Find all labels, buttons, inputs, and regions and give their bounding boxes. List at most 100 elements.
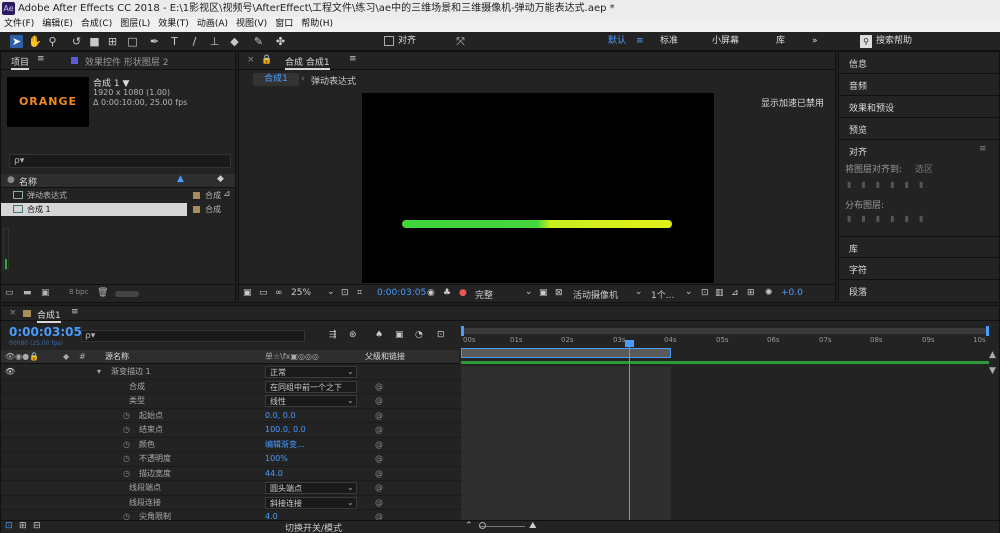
navigator-end-handle[interactable] xyxy=(986,326,989,336)
roto-brush-tool-icon[interactable]: ✎ xyxy=(252,35,265,48)
gradient-stroke-line[interactable] xyxy=(402,220,672,228)
always-preview-icon[interactable]: ▣ xyxy=(243,288,252,298)
reset-exposure-icon[interactable]: ✺ xyxy=(765,288,773,298)
trash-icon[interactable]: 🗑 xyxy=(97,288,108,298)
graph-editor-icon[interactable]: ⊡ xyxy=(437,330,445,340)
align-to-dropdown[interactable]: 选区 xyxy=(915,162,933,175)
parent-link-header[interactable]: 父级和链接 xyxy=(365,350,405,364)
type-tool-icon[interactable]: T xyxy=(168,35,181,48)
search-help-icon[interactable]: ⚲ xyxy=(860,35,872,48)
zoom-in-mountain-icon[interactable]: ⛰ xyxy=(529,521,537,531)
interpret-footage-icon[interactable]: ▭ xyxy=(5,288,14,298)
zoom-in-icon[interactable]: ▲ xyxy=(989,350,996,360)
blend-mode-dropdown[interactable]: 正常 xyxy=(265,366,357,378)
expression-link-icon[interactable]: @ xyxy=(375,423,383,438)
hand-tool-icon[interactable]: ✋ xyxy=(28,35,42,48)
line-cap-dropdown[interactable]: 圆头端点 xyxy=(265,482,357,494)
property-value[interactable]: 44.0 xyxy=(265,467,283,482)
property-row[interactable]: 线段连接 斜接连接 ⌄ @ xyxy=(1,496,461,510)
toggle-switches-modes[interactable]: 切换开关/模式 xyxy=(285,521,342,533)
bpc-button[interactable]: 8 bpc xyxy=(69,288,88,296)
puppet-pin-tool-icon[interactable]: ✤ xyxy=(274,35,287,48)
property-row[interactable]: 线段端点 圆头端点 ⌄ @ xyxy=(1,481,461,496)
work-area-bar[interactable] xyxy=(461,348,671,358)
project-search-input[interactable]: ρ▾ xyxy=(9,154,231,168)
expression-link-icon[interactable]: @ xyxy=(375,467,383,482)
expression-link-icon[interactable]: @ xyxy=(375,380,383,395)
zoom-tool-icon[interactable]: ⚲ xyxy=(46,35,59,48)
property-value[interactable]: 100% xyxy=(265,452,288,467)
tab-project[interactable]: 项目 xyxy=(11,55,30,70)
property-value[interactable]: 100.0, 0.0 xyxy=(265,423,306,438)
resolution-dropdown[interactable]: 完整 xyxy=(475,288,493,301)
breadcrumb-comp1[interactable]: 合成1 xyxy=(253,73,299,86)
tab-effect-controls[interactable]: 效果控件 形状图层 2 xyxy=(85,55,168,68)
region-icon[interactable]: ⌗ xyxy=(357,288,362,298)
close-tab-icon[interactable]: × xyxy=(9,308,17,318)
menu-animation[interactable]: 动画(A) xyxy=(193,17,232,32)
expression-link-icon[interactable]: @ xyxy=(375,409,383,424)
menu-edit[interactable]: 编辑(E) xyxy=(38,17,77,32)
thumbnail-slider[interactable] xyxy=(115,291,139,297)
line-join-dropdown[interactable]: 斜接连接 xyxy=(265,496,357,509)
menu-layer[interactable]: 图层(L) xyxy=(116,17,154,32)
stopwatch-icon[interactable]: ◷ xyxy=(123,423,130,438)
time-graph[interactable]: 00s 01s 02s 03s 04s 05s 06s 07s 08s 09s … xyxy=(461,326,989,522)
align-panel[interactable]: 对齐 xyxy=(839,140,999,160)
panel-menu-icon[interactable]: ≡ xyxy=(349,54,357,64)
info-panel[interactable]: 信息 xyxy=(839,52,999,74)
property-row[interactable]: ◷ 起始点 0.0, 0.0 @ xyxy=(1,409,461,424)
lock-icon[interactable]: 🔒 xyxy=(261,55,272,65)
property-row[interactable]: 类型 线性 ⌄ @ xyxy=(1,394,461,409)
property-row[interactable]: ◷ 不透明度 100% @ xyxy=(1,452,461,467)
effects-presets-panel[interactable]: 效果和预设 xyxy=(839,96,999,118)
timeline-zoom-thumb[interactable] xyxy=(479,522,486,529)
workspace-default[interactable]: 默认 xyxy=(608,32,626,51)
timeline-link-icon[interactable]: ▥ xyxy=(715,288,724,298)
project-item-row-selected[interactable]: 合成 1 xyxy=(1,203,187,216)
name-column-header[interactable]: 名称 xyxy=(19,175,37,188)
flowchart-icon[interactable]: ⊿ xyxy=(223,189,231,199)
panel-menu-icon[interactable]: ≡ xyxy=(71,307,79,317)
show-snapshot-icon[interactable]: ♣ xyxy=(443,288,451,298)
eraser-tool-icon[interactable]: ◆ xyxy=(228,35,241,48)
exposure-value[interactable]: +0.0 xyxy=(781,288,803,298)
timeline-current-time[interactable]: 0:00:03:05 xyxy=(9,325,82,339)
timeline-search-input[interactable]: ρ▾ xyxy=(81,330,305,342)
snapshot-icon[interactable]: ◉ xyxy=(427,288,435,298)
expression-link-icon[interactable]: @ xyxy=(375,481,383,496)
color-channels-icon[interactable]: ● xyxy=(459,288,467,298)
source-name-header[interactable]: 源名称 xyxy=(105,350,129,364)
pan-behind-tool-icon[interactable]: ⊞ xyxy=(106,35,119,48)
time-ruler[interactable]: 00s 01s 02s 03s 04s 05s 06s 07s 08s 09s … xyxy=(461,336,989,348)
workspace-library[interactable]: 库 xyxy=(776,32,785,51)
stopwatch-icon[interactable]: ◷ xyxy=(123,409,130,424)
fit-icon[interactable]: ⊡ xyxy=(341,288,349,298)
stopwatch-icon[interactable]: ◷ xyxy=(123,467,130,482)
comp-mini-flowchart-icon[interactable]: ⇶ xyxy=(329,330,337,340)
expression-link-icon[interactable]: @ xyxy=(375,452,383,467)
selection-tool-icon[interactable]: ➤ xyxy=(10,35,23,48)
search-help-input[interactable]: 搜索帮助 xyxy=(876,32,912,51)
library-panel[interactable]: 库 xyxy=(839,236,999,258)
expression-link-icon[interactable]: @ xyxy=(375,438,383,453)
stopwatch-icon[interactable]: ◷ xyxy=(123,438,130,453)
expand-arrow-icon[interactable]: ▾ xyxy=(97,365,101,380)
camera-dropdown[interactable]: 活动摄像机 xyxy=(573,288,618,301)
align-checkbox[interactable] xyxy=(384,36,394,46)
audio-panel[interactable]: 音频 xyxy=(839,74,999,96)
workspace-standard[interactable]: 标准 xyxy=(660,32,678,51)
frame-blending-icon[interactable]: ▣ xyxy=(395,330,404,340)
toggle-pixel-icon[interactable]: ⊡ xyxy=(701,288,709,298)
type-dropdown[interactable]: 线性 xyxy=(265,395,357,407)
align-buttons[interactable]: ▮▮▮▮▮▮ xyxy=(847,180,987,190)
stopwatch-icon[interactable]: ◷ xyxy=(123,452,130,467)
views-dropdown[interactable]: 1个... xyxy=(651,288,674,301)
brush-tool-icon[interactable]: / xyxy=(188,35,201,48)
panel-menu-icon[interactable]: ≡ xyxy=(37,54,45,64)
layer-duration-bar[interactable] xyxy=(461,361,989,364)
new-comp-icon[interactable]: ▣ xyxy=(41,288,50,298)
pen-tool-icon[interactable]: ✒ xyxy=(148,35,161,48)
menu-composition[interactable]: 合成(C) xyxy=(77,17,116,32)
snap-icon[interactable]: ⤧ xyxy=(454,35,467,48)
